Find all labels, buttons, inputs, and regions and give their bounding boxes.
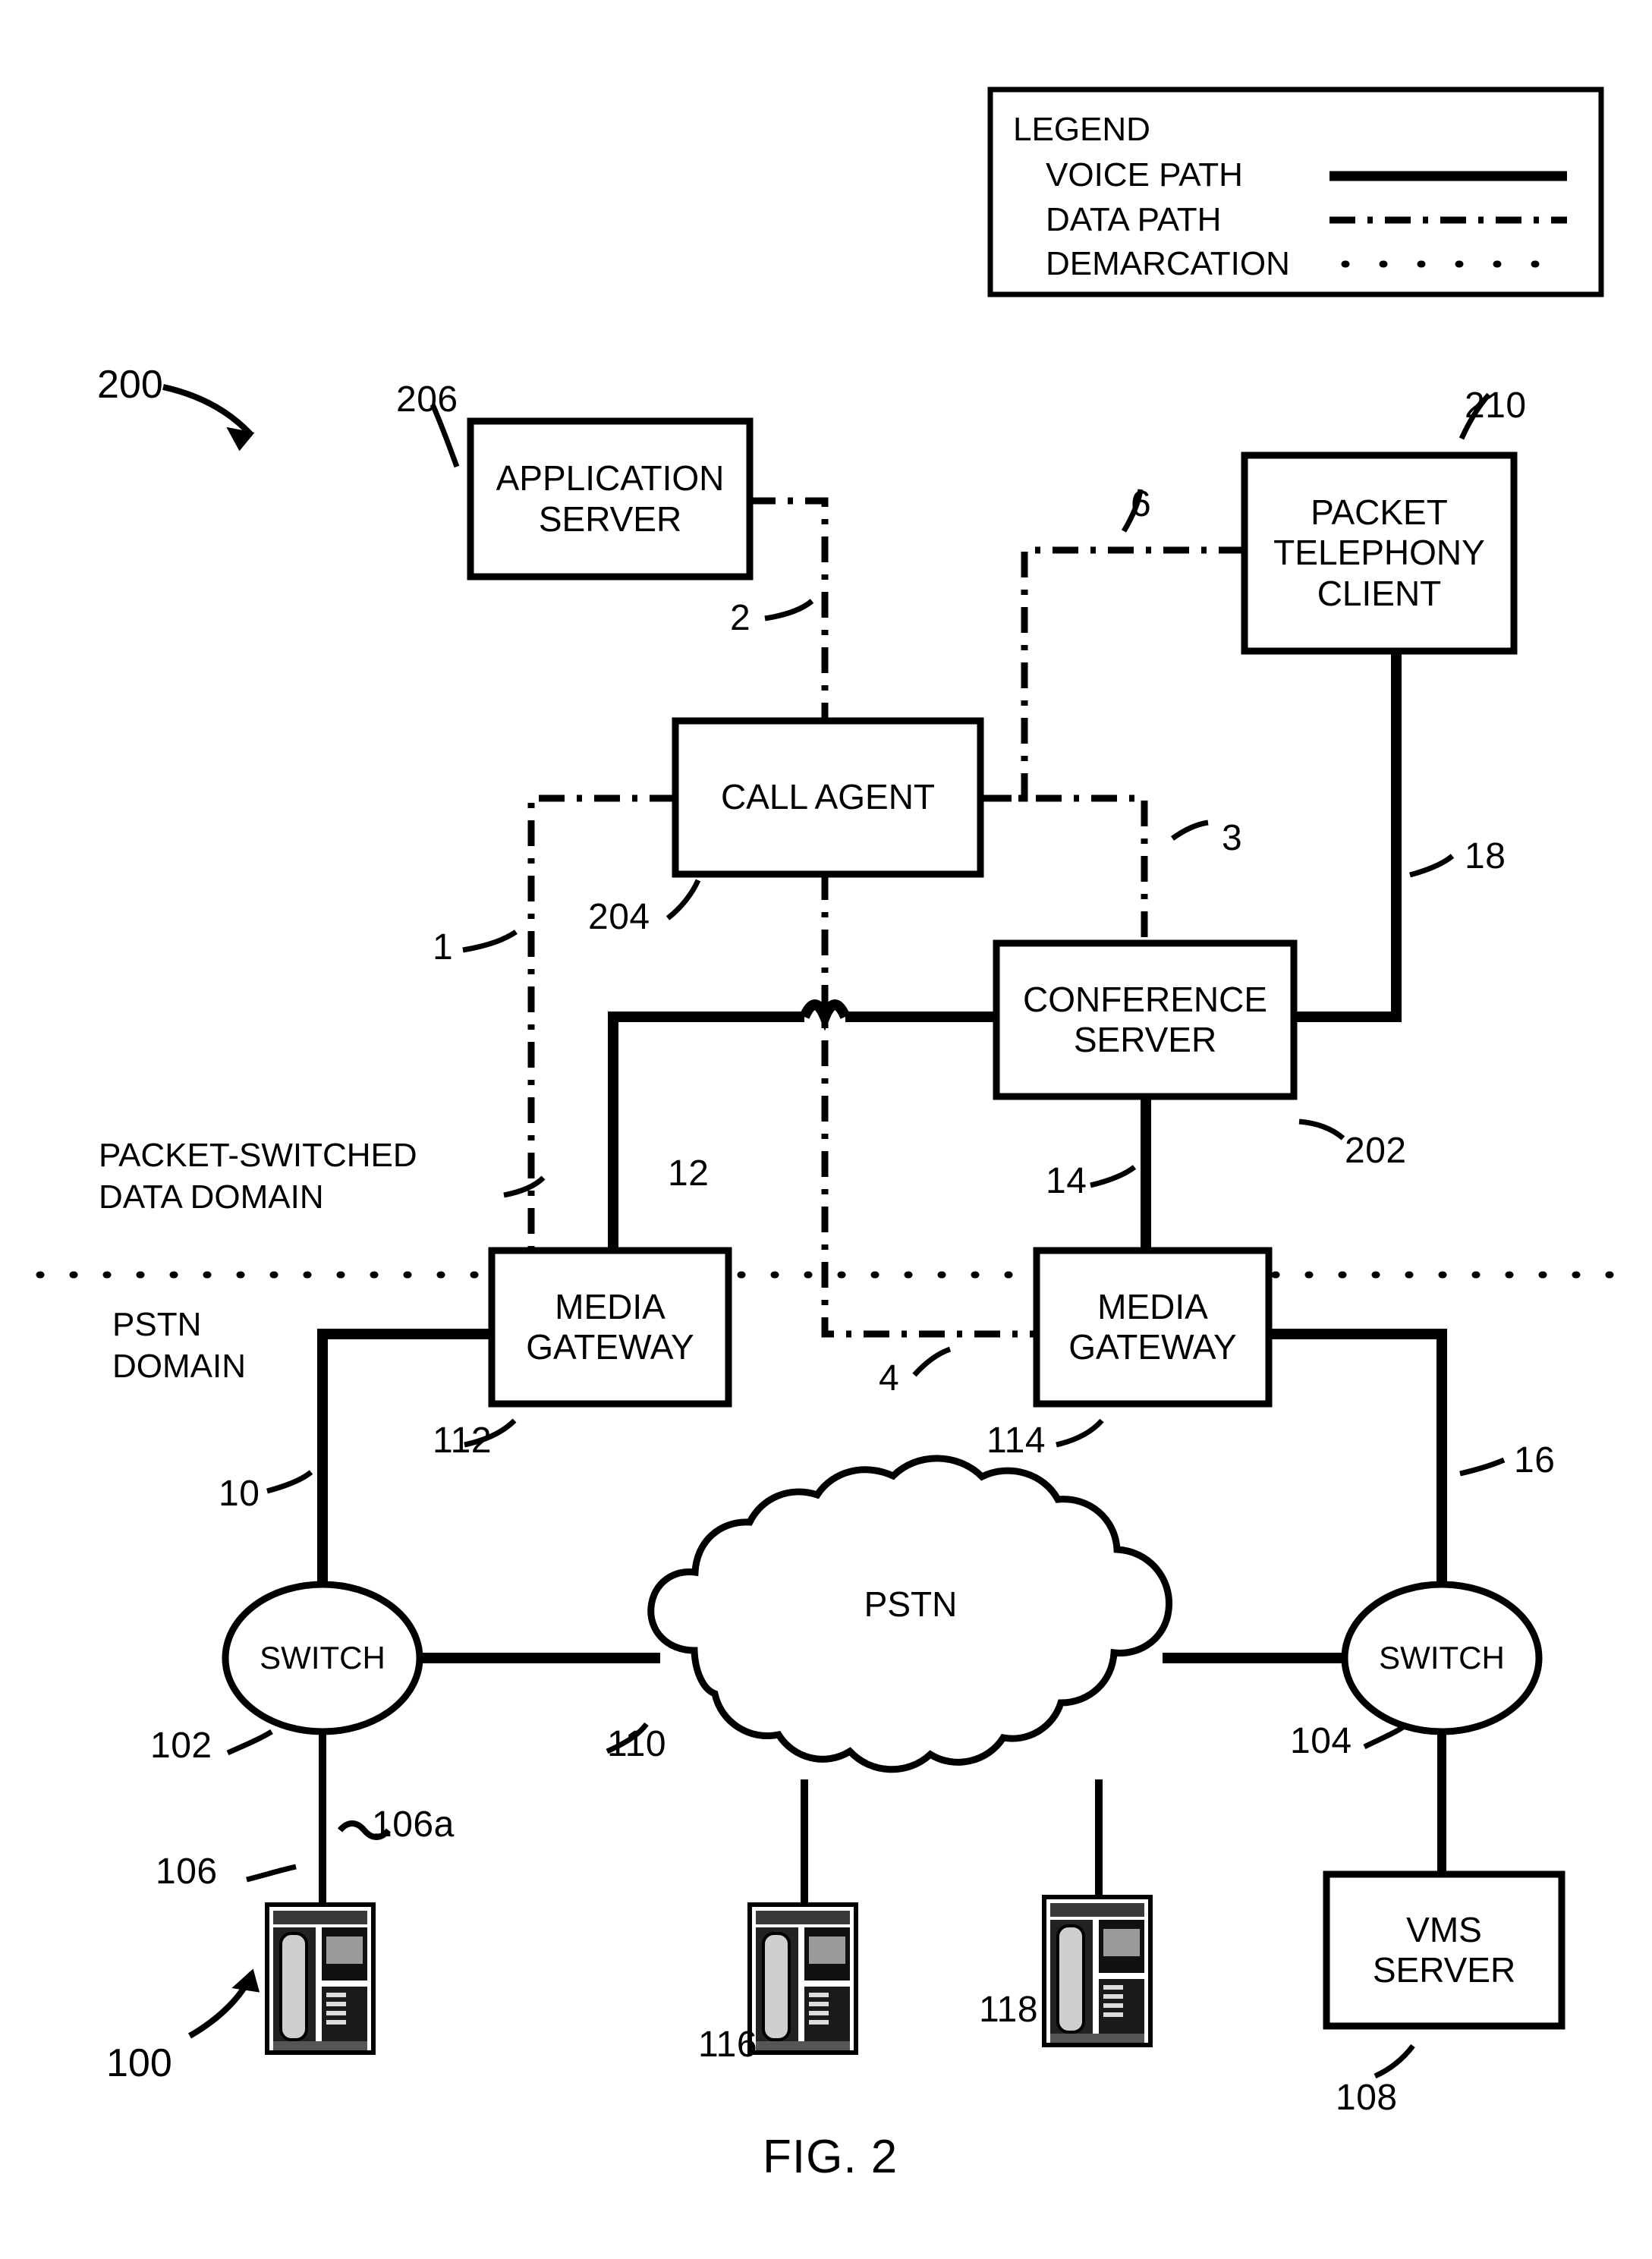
figure-drawing: [36, 87, 1616, 2079]
packet-telephony-client-box[interactable]: [1241, 451, 1518, 655]
ref-106-leader: [246, 1864, 297, 1883]
ref-202: 202: [1345, 1131, 1407, 1171]
ref-link-14: 14: [1046, 1161, 1087, 1201]
ref-link-4: 4: [879, 1358, 900, 1399]
switch-left-shape[interactable]: [222, 1581, 423, 1735]
telephone-left-glyph[interactable]: [265, 1902, 376, 2055]
media-gateway-right-box[interactable]: [1033, 1247, 1273, 1408]
ref-202-leader: [1298, 1118, 1345, 1141]
telephone-middle-glyph[interactable]: [747, 1902, 858, 2055]
ref-116: 116: [698, 2025, 758, 2065]
ref-link-18: 18: [1465, 836, 1506, 876]
ref-18-leader: [1409, 854, 1455, 878]
application-server-box[interactable]: [467, 417, 754, 580]
ref-104-leader: [1363, 1723, 1408, 1750]
ref-link-106a: 106a: [372, 1804, 455, 1845]
legend-item-voice-path: VOICE PATH: [1046, 156, 1243, 193]
ref-10-leader: [266, 1470, 313, 1494]
data-path-6: [980, 546, 1245, 802]
ref-114: 114: [986, 1421, 1046, 1461]
ref-102: 102: [150, 1726, 212, 1766]
data-path-3: [980, 794, 1148, 943]
ref-link-12: 12: [668, 1153, 710, 1194]
ref-link-10: 10: [219, 1474, 260, 1514]
telephone-right-of-middle-glyph[interactable]: [1042, 1895, 1153, 2047]
ref-102-leader: [226, 1729, 273, 1756]
ref-210: 210: [1465, 385, 1527, 426]
legend-item-demarcation: DEMARCATION: [1046, 245, 1290, 282]
ref-114-leader: [1056, 1418, 1104, 1448]
packet-switched-data-domain-text: PACKET-SWITCHED DATA DOMAIN: [99, 1137, 417, 1216]
patent-figure-page: LEGEND VOICE PATH DATA PATH DEMARCATION …: [0, 0, 1652, 2259]
voice-path-hop: [799, 999, 851, 1031]
ref-206: 206: [396, 379, 458, 420]
packet-switched-data-domain-label: PACKET-SWITCHED DATA DOMAIN: [99, 1134, 417, 1218]
ref-link-6: 6: [1131, 484, 1152, 524]
ref-4-leader: [912, 1346, 952, 1377]
ref-200-leader: [162, 384, 253, 436]
ref-link-3: 3: [1222, 818, 1243, 858]
ref-104: 104: [1290, 1721, 1352, 1761]
ref-106: 106: [156, 1852, 218, 1892]
legend-title: LEGEND: [1013, 111, 1150, 148]
ref-204: 204: [588, 897, 650, 937]
ref-2-leader: [764, 599, 814, 621]
media-gateway-left-box[interactable]: [488, 1247, 732, 1408]
conference-server-box[interactable]: [993, 939, 1298, 1100]
data-path-1: [527, 794, 675, 1251]
pstn-cloud-shape[interactable]: [647, 1455, 1173, 1773]
vms-server-box[interactable]: [1323, 1870, 1565, 2030]
ref-200: 200: [97, 363, 163, 407]
ref-200-arrowhead: [226, 426, 255, 451]
ref-link-2: 2: [730, 598, 751, 638]
legend-item-data-path: DATA PATH: [1046, 201, 1222, 238]
ref-100: 100: [106, 2041, 172, 2085]
ref-link-1: 1: [433, 927, 454, 967]
ref-108-leader: [1374, 2043, 1415, 2079]
voice-path-12: [608, 1012, 804, 1251]
ref-100-arrowhead: [231, 1968, 260, 1993]
ref-112: 112: [433, 1421, 492, 1461]
ref-3-leader: [1170, 820, 1209, 841]
pstn-domain-label: PSTN DOMAIN: [112, 1304, 246, 1387]
figure-caption: FIG. 2: [763, 2131, 898, 2183]
ref-14-leader: [1090, 1165, 1137, 1188]
pstn-domain-text: PSTN DOMAIN: [112, 1306, 246, 1385]
voice-path-16: [1269, 1329, 1447, 1586]
ref-link-16: 16: [1514, 1440, 1556, 1480]
ref-118: 118: [979, 1990, 1039, 2030]
switch-right-shape[interactable]: [1341, 1581, 1543, 1735]
ref-110: 110: [607, 1724, 667, 1764]
ref-16-leader: [1459, 1457, 1506, 1477]
ref-12-leader: [503, 1175, 546, 1198]
ref-204-leader: [666, 879, 701, 920]
ref-1-leader: [462, 930, 518, 953]
voice-path-18: [1294, 651, 1402, 1022]
call-agent-box[interactable]: [672, 717, 984, 878]
ref-108: 108: [1336, 2078, 1398, 2118]
